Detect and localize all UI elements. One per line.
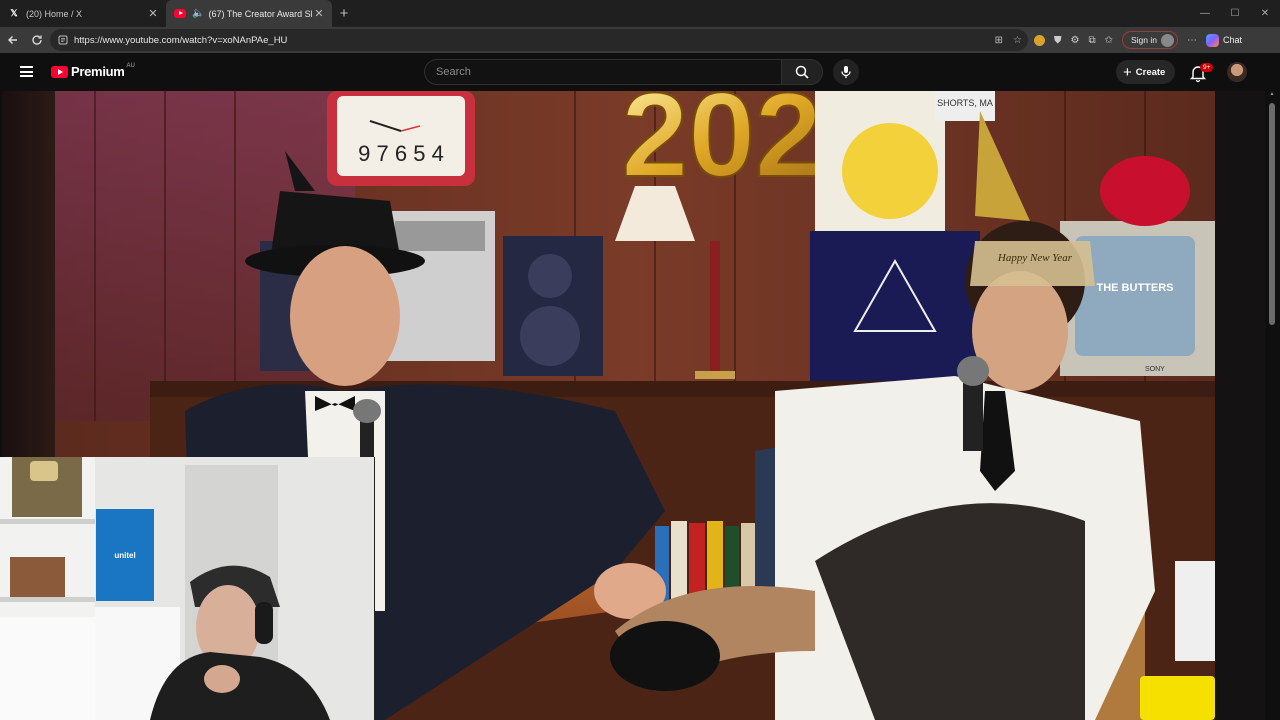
- new-tab-button[interactable]: +: [332, 0, 356, 27]
- video-player[interactable]: 9 7 6 5 4 2026 SHORTS, MA THE BUTTERS SO…: [0, 91, 1280, 720]
- youtube-logo-icon: [51, 65, 68, 78]
- webcam-tv-text: unitel: [114, 551, 135, 560]
- tv-screen-text: THE BUTTERS: [1097, 282, 1174, 294]
- reload-icon: [32, 35, 42, 45]
- maximize-icon[interactable]: ☐: [1220, 0, 1250, 27]
- shield-extension-icon[interactable]: ⛊: [1054, 35, 1062, 46]
- scrollbar-thumb[interactable]: [1269, 103, 1275, 325]
- account-avatar[interactable]: [1227, 62, 1247, 82]
- search-icon: [795, 65, 809, 79]
- video-right-edge: [1215, 91, 1265, 720]
- party-glasses-text: Happy New Year: [997, 252, 1073, 264]
- youtube-premium-logo[interactable]: Premium AU: [51, 62, 135, 79]
- reload-button[interactable]: [25, 28, 49, 52]
- scroll-up-arrow-icon[interactable]: ▲: [1269, 91, 1275, 97]
- voice-search-button[interactable]: [833, 59, 859, 85]
- tab-youtube-video[interactable]: 🔈 (67) The Creator Award Show ✕: [166, 0, 332, 27]
- sign-in-button[interactable]: Sign in: [1122, 31, 1178, 49]
- x-logo-icon: 𝕏: [10, 8, 18, 18]
- chat-label: Chat: [1223, 35, 1243, 45]
- copilot-chat-button[interactable]: Chat: [1206, 33, 1243, 47]
- audio-playing-icon[interactable]: 🔈: [192, 8, 204, 19]
- more-menu-icon[interactable]: ⋯: [1187, 35, 1197, 46]
- app-available-icon[interactable]: ⊞: [995, 35, 1003, 46]
- close-tab-icon[interactable]: ✕: [312, 7, 326, 20]
- search-box[interactable]: [424, 59, 782, 85]
- microphone-icon: [841, 66, 851, 78]
- webcam-scene-illustration: unitel: [0, 457, 374, 720]
- search-button[interactable]: [781, 59, 823, 85]
- logo-text: Premium: [71, 64, 125, 79]
- minimize-icon[interactable]: —: [1190, 0, 1220, 27]
- split-screen-icon[interactable]: ⧉: [1088, 35, 1095, 46]
- tab-x-home[interactable]: 𝕏 (20) Home / X ✕: [0, 0, 166, 27]
- extensions-toolbar: ⛊ ⚙ ⧉ ✩ Sign in ⋯ Chat: [1034, 29, 1242, 51]
- browser-tab-bar: 𝕏 (20) Home / X ✕ 🔈 (67) The Creator Awa…: [0, 0, 1280, 27]
- favorites-icon[interactable]: ✩: [1105, 35, 1113, 46]
- address-toolbar: https://www.youtube.com/watch?v=xoNAnPAe…: [0, 27, 1280, 53]
- url-text: https://www.youtube.com/watch?v=xoNAnPAe…: [74, 34, 288, 46]
- search-input[interactable]: [436, 66, 781, 78]
- poster-text: SHORTS, MA: [937, 98, 993, 108]
- country-code: AU: [126, 62, 135, 69]
- close-tab-icon[interactable]: ✕: [146, 7, 160, 20]
- puzzle-extensions-icon[interactable]: ⚙: [1071, 35, 1080, 46]
- create-label: Create: [1135, 66, 1166, 78]
- page-scrollbar[interactable]: ▲: [1268, 91, 1276, 720]
- close-window-icon[interactable]: ✕: [1250, 0, 1280, 27]
- copilot-icon: [1206, 33, 1219, 47]
- back-arrow-icon: [8, 36, 17, 44]
- create-button[interactable]: + Create: [1116, 60, 1176, 84]
- plus-icon: +: [1123, 63, 1132, 81]
- tv-brand-text: SONY: [1145, 366, 1165, 373]
- url-bar[interactable]: https://www.youtube.com/watch?v=xoNAnPAe…: [50, 29, 1028, 51]
- guide-menu-icon[interactable]: [20, 66, 33, 77]
- youtube-masthead: Premium AU + Create: [0, 53, 1280, 91]
- profile-avatar-icon: [1161, 33, 1174, 47]
- sign-in-label: Sign in: [1131, 35, 1157, 45]
- clock-face-text: 9 7 6 5 4: [358, 141, 444, 166]
- url-actions: ⊞ ☆: [995, 35, 1028, 46]
- coin-extension-icon[interactable]: [1034, 34, 1045, 46]
- youtube-icon: [174, 9, 186, 18]
- favorite-star-icon[interactable]: ☆: [1013, 35, 1022, 46]
- notification-count-badge: 9+: [1200, 63, 1214, 72]
- tab-title: (67) The Creator Award Show: [208, 8, 312, 19]
- tab-title: (20) Home / X: [26, 8, 83, 19]
- streamer-webcam-overlay: unitel: [0, 457, 375, 720]
- site-info-icon[interactable]: [58, 35, 68, 45]
- video-left-edge: [2, 91, 55, 461]
- window-controls: — ☐ ✕: [1190, 0, 1280, 27]
- back-button[interactable]: [1, 28, 25, 52]
